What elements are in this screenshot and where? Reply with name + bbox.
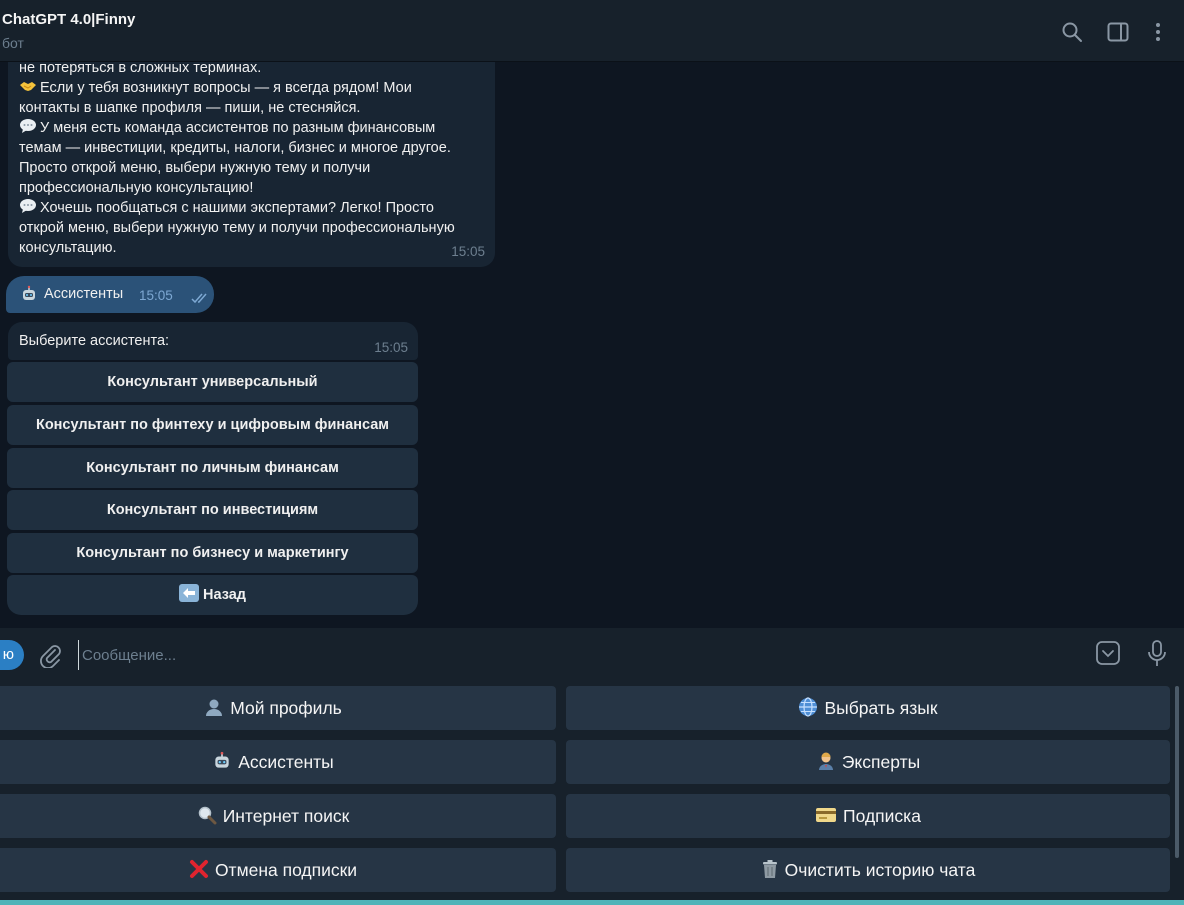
reply-button-choose-language[interactable]: Выбрать язык bbox=[566, 686, 1170, 730]
robot-icon bbox=[23, 285, 35, 300]
sidebar-toggle-icon[interactable] bbox=[1106, 20, 1130, 44]
reply-button-experts[interactable]: Эксперты bbox=[566, 740, 1170, 784]
inline-button-fintech[interactable]: Консультант по финтеху и цифровым финанс… bbox=[7, 405, 418, 445]
message-line: темам — инвестиции, кредиты, налоги, биз… bbox=[19, 140, 451, 156]
message-line: не потеряться в сложных терминах. bbox=[19, 62, 262, 76]
chat-subtitle: бот bbox=[2, 35, 24, 51]
trash-icon bbox=[762, 860, 777, 879]
message-time: 15:05 bbox=[374, 340, 408, 355]
reply-button-assistants[interactable]: Ассистенты bbox=[0, 740, 556, 784]
reply-button-internet-search[interactable]: Интернет поиск bbox=[0, 794, 556, 838]
microphone-icon[interactable] bbox=[1145, 639, 1169, 669]
credit-card-icon bbox=[816, 808, 837, 823]
keyboard-scrollbar[interactable] bbox=[1175, 686, 1179, 858]
incoming-message: Выберите ассистента: 15:05 bbox=[8, 322, 418, 360]
inline-button-universal[interactable]: Консультант универсальный bbox=[7, 362, 418, 402]
paperclip-icon[interactable] bbox=[38, 642, 62, 668]
message-line: профессиональную консультацию! bbox=[19, 180, 254, 196]
search-icon[interactable] bbox=[1060, 20, 1084, 44]
message-line: У меня есть команда ассистентов по разны… bbox=[19, 118, 483, 138]
keyboard-toggle-icon[interactable] bbox=[1095, 640, 1121, 666]
speech-bubble-icon bbox=[20, 199, 36, 213]
message-line: Если у тебя возникнут вопросы — я всегда… bbox=[19, 78, 483, 98]
window-bottom-border bbox=[0, 900, 1184, 905]
inline-button-business-marketing[interactable]: Консультант по бизнесу и маркетингу bbox=[7, 533, 418, 573]
more-options-icon[interactable] bbox=[1146, 20, 1170, 44]
reply-keyboard: Мой профиль Выбрать язык Ассистенты Эксп… bbox=[0, 684, 1184, 905]
bot-menu-button[interactable]: ю bbox=[0, 640, 24, 670]
incoming-message: не потеряться в сложных терминах. Если у… bbox=[8, 62, 495, 267]
reply-button-subscription[interactable]: Подписка bbox=[566, 794, 1170, 838]
message-time: 15:05 bbox=[139, 288, 173, 303]
inline-button-investments[interactable]: Консультант по инвестициям bbox=[7, 490, 418, 530]
handshake-icon bbox=[20, 82, 36, 91]
globe-icon bbox=[799, 697, 818, 717]
outgoing-message: Ассистенты 15:05 bbox=[6, 276, 214, 313]
magnifier-icon bbox=[198, 807, 217, 825]
message-text: Ассистенты bbox=[44, 286, 124, 302]
reply-button-clear-chat-history[interactable]: Очистить историю чата bbox=[566, 848, 1170, 892]
back-label: Назад bbox=[203, 587, 246, 603]
person-icon bbox=[818, 752, 833, 771]
read-checkmarks-icon bbox=[191, 293, 207, 304]
chat-title[interactable]: ChatGPT 4.0|Finny bbox=[2, 11, 135, 28]
message-line: Просто открой меню, выбери нужную тему и… bbox=[19, 160, 371, 176]
message-text: Выберите ассистента: bbox=[19, 333, 170, 349]
robot-icon bbox=[215, 752, 229, 769]
message-line: консультацию. bbox=[19, 240, 117, 256]
chat-header: ChatGPT 4.0|Finny бот bbox=[0, 0, 1184, 62]
red-x-icon bbox=[189, 860, 208, 879]
message-input[interactable] bbox=[78, 640, 1078, 670]
message-line: Хочешь пообщаться с нашими экспертами? Л… bbox=[19, 198, 483, 218]
back-arrow-icon bbox=[179, 584, 199, 602]
speech-bubble-icon bbox=[20, 119, 36, 133]
message-line: контакты в шапке профиля — пиши, не стес… bbox=[19, 100, 361, 116]
message-list[interactable]: не потеряться в сложных терминах. Если у… bbox=[0, 62, 1184, 628]
reply-button-my-profile[interactable]: Мой профиль bbox=[0, 686, 556, 730]
bust-icon bbox=[206, 699, 223, 717]
reply-button-cancel-subscription[interactable]: Отмена подписки bbox=[0, 848, 556, 892]
inline-button-personal-finance[interactable]: Консультант по личным финансам bbox=[7, 448, 418, 488]
message-line: открой меню, выбери нужную тему и получи… bbox=[19, 220, 455, 236]
message-time: 15:05 bbox=[451, 244, 485, 259]
inline-button-back[interactable]: Назад bbox=[7, 575, 418, 615]
message-composer: ю bbox=[0, 628, 1184, 684]
